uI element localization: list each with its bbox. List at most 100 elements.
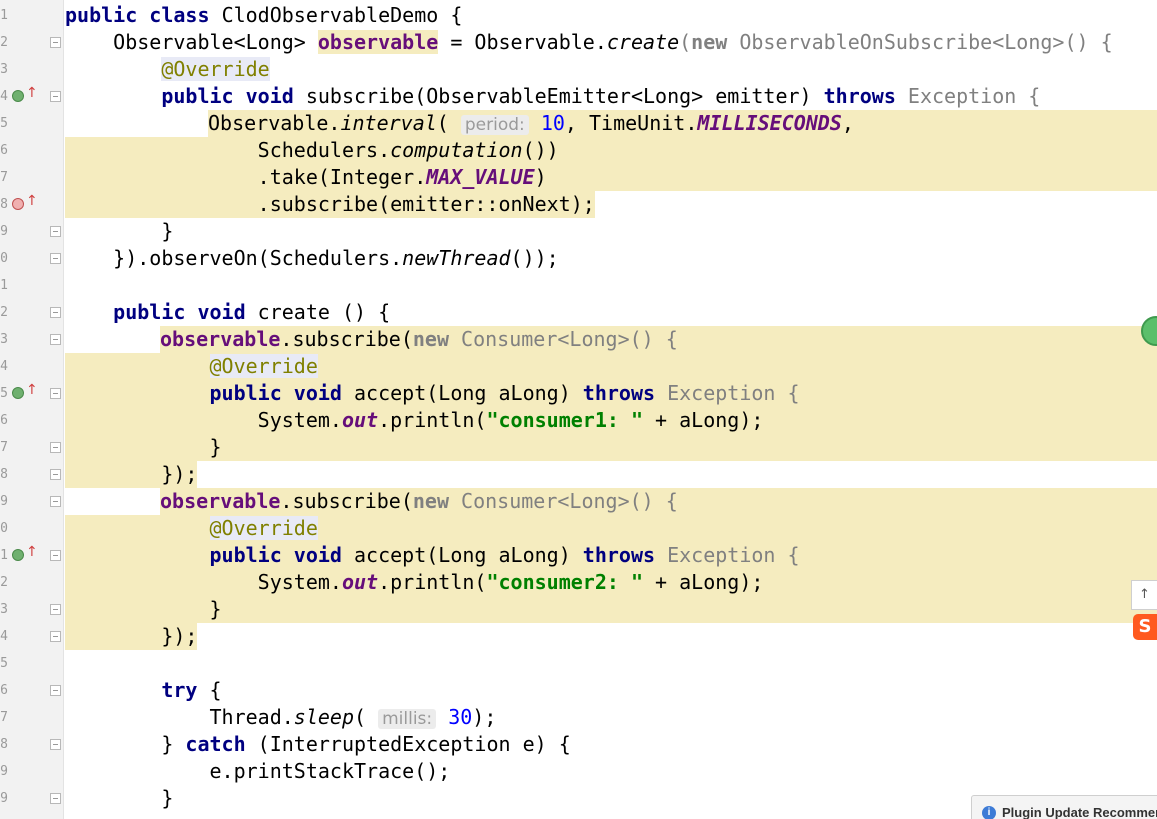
- code-text: }: [161, 219, 174, 243]
- code-line-8: .subscribe(emitter::onNext);: [65, 191, 1157, 218]
- fold-toggle-icon[interactable]: [50, 550, 61, 561]
- code-text: ): [534, 165, 547, 189]
- code-text: create () {: [245, 300, 391, 324]
- keyword: public: [65, 3, 138, 27]
- code-text: System.: [257, 408, 342, 432]
- code-text: + aLong);: [643, 570, 764, 594]
- line-number: 9: [0, 764, 8, 779]
- line-number: 3: [0, 62, 8, 77]
- code-line-24: });: [65, 623, 1157, 650]
- plugin-update-notification[interactable]: i Plugin Update Recommen: [971, 795, 1157, 819]
- code-text: Exception {: [655, 543, 800, 567]
- line-number: 6: [0, 683, 8, 698]
- keyword: catch: [185, 732, 246, 756]
- code-line-27: Thread.sleep( millis: 30);: [65, 704, 1157, 731]
- line-number: 2: [0, 575, 8, 590]
- code-text: subscribe(ObservableEmitter<Long> emitte…: [293, 84, 824, 108]
- fold-toggle-icon[interactable]: [50, 685, 61, 696]
- code-line-7: .take(Integer.MAX_VALUE): [65, 164, 1157, 191]
- param-hint: millis:: [378, 709, 437, 729]
- fold-toggle-icon[interactable]: [50, 604, 61, 615]
- code-line-22: System.out.println("consumer2: " + aLong…: [65, 569, 1157, 596]
- code-text: }: [161, 732, 186, 756]
- fold-toggle-icon[interactable]: [50, 334, 61, 345]
- line-number: 8: [0, 737, 8, 752]
- code-line-9: }: [65, 218, 1157, 245]
- code-text: ,: [841, 111, 854, 135]
- line-number: 7: [0, 170, 8, 185]
- line-number: 6: [0, 143, 8, 158]
- keyword: void: [197, 300, 246, 324]
- code-text: Exception {: [895, 84, 1041, 108]
- keyword: try: [161, 678, 198, 702]
- keyword: new: [691, 30, 728, 54]
- code-text: (: [436, 111, 449, 135]
- method-ref: sleep: [293, 705, 355, 729]
- field-ref: observable: [160, 489, 281, 513]
- fold-toggle-icon[interactable]: [50, 307, 61, 318]
- fold-toggle-icon[interactable]: [50, 496, 61, 507]
- keyword: void: [245, 84, 294, 108]
- code-line-13: observable.subscribe(new Consumer<Long>(…: [160, 326, 1157, 353]
- code-line-15: public void accept(Long aLong) throws Ex…: [65, 380, 1157, 407]
- code-text: });: [161, 462, 198, 486]
- code-text: Thread.: [209, 705, 294, 729]
- fold-toggle-icon[interactable]: [50, 91, 61, 102]
- annotation: @Override: [161, 57, 270, 81]
- code-text: Consumer<Long>() {: [449, 489, 678, 513]
- code-text: ClodObservableDemo {: [221, 3, 463, 27]
- code-text: {: [197, 678, 222, 702]
- fold-toggle-icon[interactable]: [50, 388, 61, 399]
- line-number: 9: [0, 791, 8, 806]
- fold-toggle-icon[interactable]: [50, 631, 61, 642]
- code-editor[interactable]: public class ClodObservableDemo { Observ…: [65, 0, 1157, 819]
- code-text: );: [472, 705, 497, 729]
- input-method-logo[interactable]: S: [1133, 614, 1157, 640]
- keyword: new: [412, 327, 449, 351]
- method-ref: create: [606, 30, 680, 54]
- fold-toggle-icon[interactable]: [50, 469, 61, 480]
- scroll-up-button[interactable]: ↑: [1131, 580, 1157, 610]
- string-literal: "consumer1: ": [486, 408, 643, 432]
- code-text: });: [161, 624, 198, 648]
- code-line-17: }: [65, 434, 1157, 461]
- line-number: 9: [0, 224, 8, 239]
- keyword: class: [149, 3, 210, 27]
- code-text: .take(Integer.: [257, 165, 427, 189]
- code-text: .subscribe(emitter::onNext);: [257, 192, 595, 216]
- line-number: 4: [0, 359, 8, 374]
- keyword: throws: [823, 84, 896, 108]
- annotation: @Override: [209, 516, 318, 540]
- fold-toggle-icon[interactable]: [50, 253, 61, 264]
- code-text: + aLong);: [643, 408, 764, 432]
- line-number: 3: [0, 602, 8, 617]
- fold-toggle-icon[interactable]: [50, 793, 61, 804]
- code-line-1: public class ClodObservableDemo {: [65, 2, 1157, 29]
- fold-toggle-icon[interactable]: [50, 37, 61, 48]
- gutter-lambda-marker[interactable]: ↑: [0, 191, 64, 218]
- fold-toggle-icon[interactable]: [50, 442, 61, 453]
- line-number: 2: [0, 35, 8, 50]
- code-line-29: e.printStackTrace();: [65, 758, 1157, 785]
- code-text: = Observable.: [438, 30, 607, 54]
- code-text: Observable<Long>: [113, 30, 318, 54]
- code-text: ()): [522, 138, 559, 162]
- up-arrow-icon: ↑: [26, 85, 38, 101]
- line-number: 6: [0, 413, 8, 428]
- override-icon: [12, 387, 24, 399]
- code-text: (InterruptedException e) {: [245, 732, 571, 756]
- line-number: 0: [0, 521, 8, 536]
- code-line-26: try {: [65, 677, 1157, 704]
- info-icon: i: [982, 806, 996, 819]
- method-ref: computation: [390, 138, 523, 162]
- code-text: .subscribe(: [280, 489, 413, 513]
- notification-text: Plugin Update Recommen: [1002, 805, 1157, 819]
- code-text: ());: [510, 246, 559, 270]
- line-number: 5: [0, 656, 8, 671]
- fold-toggle-icon[interactable]: [50, 739, 61, 750]
- code-text: .subscribe(: [280, 327, 413, 351]
- keyword: void: [293, 381, 342, 405]
- fold-toggle-icon[interactable]: [50, 226, 61, 237]
- editor-gutter: 1 2 3 4 5 6 7 8 9 0 1 2 3 4 5 6 7 8 9 0 …: [0, 0, 64, 819]
- line-number: 4: [0, 629, 8, 644]
